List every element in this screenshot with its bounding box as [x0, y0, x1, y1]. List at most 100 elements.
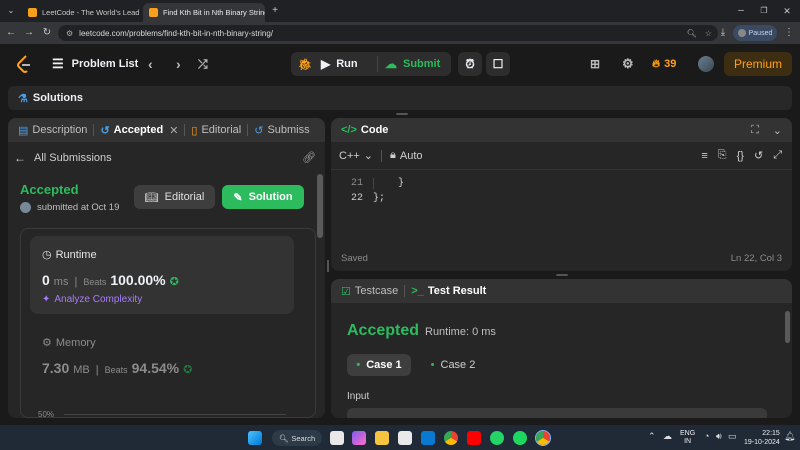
chevron-up-icon[interactable]: ⌃ — [648, 431, 656, 442]
profile-paused-button[interactable]: Paused — [733, 25, 777, 41]
timer-icon[interactable]: ⏰︎ — [458, 52, 482, 76]
line-number: 22 — [350, 193, 363, 204]
leetcode-logo-icon[interactable] — [16, 55, 32, 73]
tab-label: Editorial — [201, 124, 242, 136]
language-select[interactable]: C++ ⌄ — [339, 149, 373, 163]
submit-button[interactable]: ☁ Submit — [385, 52, 440, 76]
clock[interactable]: 22:15 19-10-2024 — [744, 429, 780, 447]
expand-icon[interactable]: ⛶ — [751, 124, 759, 137]
memory-title-label: Memory — [55, 336, 96, 349]
divider — [377, 56, 378, 72]
windows-start-icon[interactable] — [248, 431, 262, 445]
case-1-tab[interactable]: • Case 1 — [347, 354, 411, 376]
list-icon: ☰ — [52, 56, 64, 71]
streak-counter[interactable]: 🔥︎ 39 — [652, 52, 676, 76]
settings-gear-icon[interactable]: ⚙ — [622, 52, 634, 76]
new-tab-icon[interactable]: + — [268, 4, 282, 18]
runtime-card[interactable]: ◷ Runtime 0 ms | Beats 100.00% ✪ ✦ Analy… — [30, 236, 294, 314]
language-indicator[interactable]: ENG IN — [680, 430, 695, 446]
window-close-icon[interactable]: ✕ — [780, 4, 794, 18]
task-view-icon[interactable] — [330, 431, 344, 445]
tab-test-result[interactable]: >_ Test Result — [405, 285, 492, 297]
volume-icon[interactable]: 🔊︎ — [716, 431, 722, 442]
taskbar-search[interactable]: 🔍︎ Search — [272, 430, 322, 446]
debug-icon[interactable]: 🐞︎ — [295, 54, 315, 74]
wifi-icon[interactable]: ◔ — [704, 431, 709, 441]
tab-description[interactable]: ▤ Description — [8, 124, 93, 137]
tab-editorial[interactable]: ▯ Editorial — [185, 124, 247, 137]
chrome-active-icon[interactable] — [535, 430, 551, 446]
line-number: 21 — [350, 178, 363, 189]
tab-submissions[interactable]: ↺ Submiss — [248, 124, 315, 137]
resize-handle[interactable] — [396, 113, 408, 115]
store-icon[interactable] — [398, 431, 412, 445]
next-problem-icon[interactable]: › — [176, 52, 181, 76]
test-panel-tabs: ☑ Testcase >_ Test Result — [331, 279, 792, 303]
browser-menu-icon[interactable]: ⋮ — [782, 26, 796, 40]
all-submissions-link[interactable]: ← All Submissions — [14, 151, 112, 165]
auto-mode-toggle[interactable]: 🔒︎ Auto — [390, 149, 423, 162]
case-2-tab[interactable]: • Case 2 — [421, 354, 485, 376]
browser-tab-problem[interactable]: Find Kth Bit in Nth Binary String ✕ — [143, 3, 265, 22]
chrome-icon[interactable] — [444, 431, 458, 445]
browser-tab-leetcode-home[interactable]: LeetCode - The World's Leadin ✕ — [22, 3, 140, 22]
search-label: Search — [291, 433, 316, 443]
braces-icon[interactable]: {} — [737, 150, 744, 162]
tab-accepted[interactable]: ↺ Accepted ✕ — [94, 124, 184, 137]
lang-region: IN — [684, 438, 692, 445]
battery-icon[interactable]: ▭ — [728, 431, 737, 442]
memory-title[interactable]: ⚙ Memory — [42, 336, 96, 350]
analyze-complexity-link[interactable]: ✦ Analyze Complexity — [42, 294, 142, 305]
forward-icon[interactable]: → — [22, 26, 36, 40]
url-bar[interactable]: ⚙ leetcode.com/problems/find-kth-bit-in-… — [58, 25, 718, 41]
avatar[interactable] — [698, 56, 714, 72]
tab-close-icon[interactable]: ✕ — [169, 124, 178, 137]
input-box[interactable] — [347, 408, 767, 418]
bookmark-icon[interactable]: ⎘ — [718, 149, 727, 162]
whatsapp-icon[interactable] — [490, 431, 504, 445]
scrollbar[interactable] — [317, 174, 323, 238]
solution-button[interactable]: ✎ Solution — [222, 185, 304, 209]
code-editor[interactable]: 21 } 22 }; — [331, 176, 792, 206]
resize-handle[interactable] — [556, 274, 568, 276]
format-icon[interactable]: ≡ — [701, 150, 707, 162]
browser-address-bar: ← → ↻ ⚙ leetcode.com/problems/find-kth-b… — [0, 22, 800, 44]
tab-search-icon[interactable]: ⌄ — [4, 4, 18, 18]
premium-button[interactable]: Premium — [724, 52, 792, 76]
layout-icon[interactable]: ⊞ — [590, 52, 600, 76]
notes-icon[interactable]: ☐ — [486, 52, 510, 76]
zoom-icon[interactable]: 🔍︎ — [687, 29, 697, 38]
vscode-icon[interactable] — [421, 431, 435, 445]
resize-handle[interactable] — [327, 260, 329, 272]
minimize-icon[interactable]: – — [734, 4, 748, 18]
solutions-bar[interactable]: ⚗ Solutions — [8, 86, 792, 110]
prev-problem-icon[interactable]: ‹ — [148, 52, 153, 76]
site-info-icon[interactable]: ⚙ — [66, 29, 73, 38]
shuffle-icon[interactable]: ⤮ — [198, 52, 208, 76]
spotify-icon[interactable] — [513, 431, 527, 445]
scrollbar[interactable] — [785, 311, 790, 343]
file-explorer-icon[interactable] — [375, 431, 389, 445]
avatar — [20, 202, 31, 213]
book-open-icon: 📖︎ — [144, 191, 159, 204]
cloud-icon[interactable]: ☁ — [663, 431, 672, 442]
tab-testcase[interactable]: ☑ Testcase — [341, 285, 404, 298]
bookmark-star-icon[interactable]: ☆ — [705, 29, 712, 38]
code-line: 21 } — [331, 176, 792, 191]
fullscreen-icon[interactable]: ⤢ — [773, 149, 782, 162]
copilot-icon[interactable] — [352, 431, 366, 445]
history-icon: ↺ — [100, 124, 110, 137]
streak-value: 39 — [664, 58, 677, 70]
chevron-down-icon[interactable]: ⌄ — [773, 124, 782, 137]
youtube-icon[interactable] — [467, 431, 481, 445]
maximize-icon[interactable]: ❐ — [757, 4, 771, 18]
editorial-button[interactable]: 📖︎ Editorial — [134, 185, 215, 209]
reload-icon[interactable]: ↻ — [40, 26, 54, 40]
download-icon[interactable]: ⤓ — [716, 26, 730, 40]
notification-bell-icon[interactable]: 🔔︎ — [784, 431, 795, 442]
reset-icon[interactable]: ↺ — [754, 149, 763, 162]
back-icon[interactable]: ← — [4, 26, 18, 40]
problem-list-button[interactable]: ☰ Problem List — [52, 52, 138, 76]
share-link-icon[interactable]: 🔗︎ — [302, 151, 316, 164]
run-button[interactable]: ▶ Run — [321, 52, 358, 76]
